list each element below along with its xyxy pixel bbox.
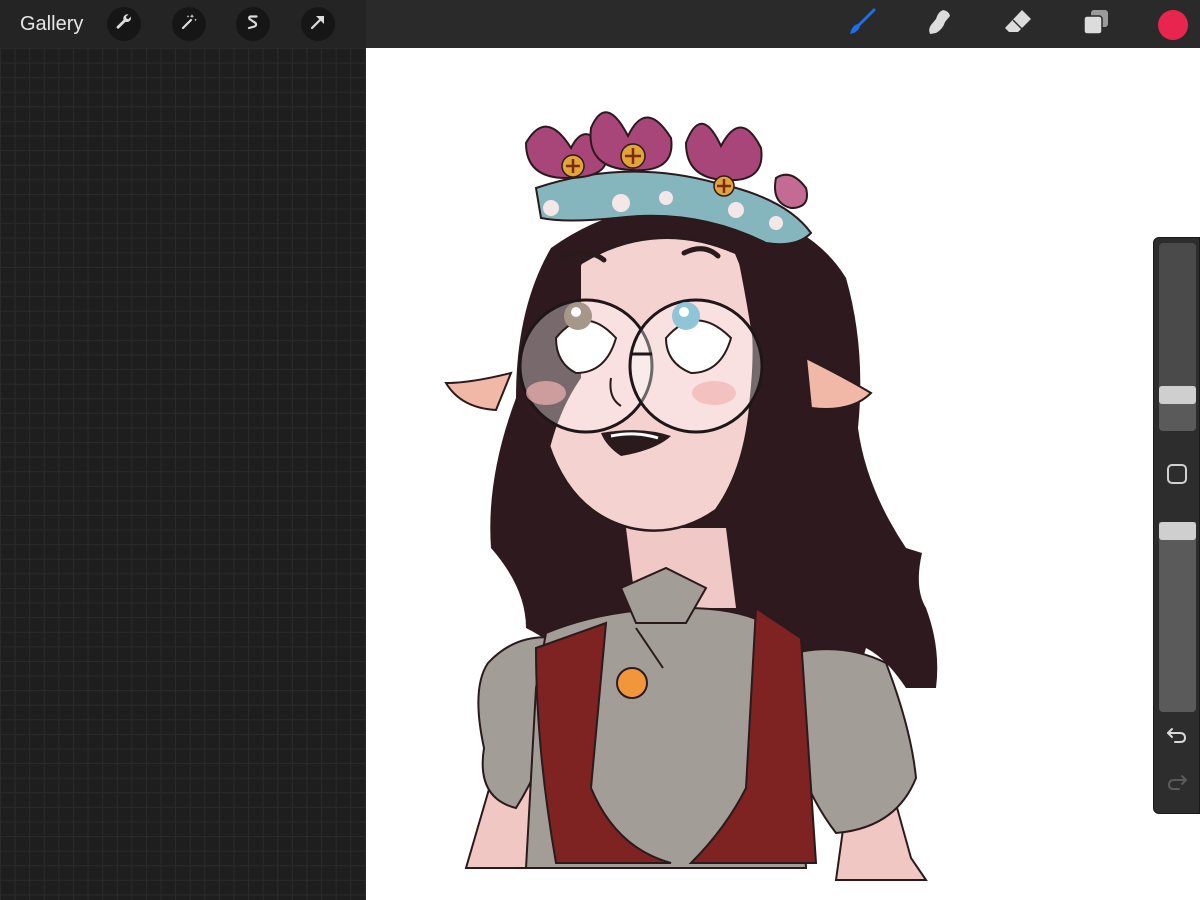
- selection-s-icon: [243, 12, 263, 37]
- drawing-canvas[interactable]: [366, 48, 1200, 900]
- artwork-illustration: [444, 111, 938, 881]
- smudge-finger-icon: [925, 7, 955, 42]
- eraser-icon: [1003, 7, 1033, 42]
- magic-wand-icon: [179, 12, 199, 37]
- wrench-icon: [114, 12, 134, 37]
- arrow-cursor-icon: [308, 12, 328, 37]
- sidebar-panel: [1153, 237, 1200, 814]
- transform-button[interactable]: [301, 7, 335, 41]
- brush-size-slider[interactable]: [1159, 243, 1196, 431]
- smudge-button[interactable]: [924, 8, 956, 40]
- undo-arrow-icon: [1166, 725, 1188, 750]
- layers-icon: [1081, 7, 1111, 42]
- layers-button[interactable]: [1080, 8, 1112, 40]
- opacity-thumb[interactable]: [1159, 522, 1196, 540]
- eraser-button[interactable]: [1002, 8, 1034, 40]
- undo-button[interactable]: [1164, 726, 1190, 748]
- opacity-slider[interactable]: [1159, 522, 1196, 712]
- top-toolbar: Gallery: [0, 0, 1200, 48]
- gallery-button[interactable]: Gallery: [20, 12, 83, 36]
- redo-button[interactable]: [1164, 773, 1190, 795]
- brush-button[interactable]: [846, 8, 878, 40]
- color-picker-button[interactable]: [1158, 10, 1188, 40]
- modify-button[interactable]: [1167, 464, 1187, 484]
- selection-button[interactable]: [236, 7, 270, 41]
- brush-icon: [847, 7, 877, 42]
- redo-arrow-icon: [1166, 772, 1188, 797]
- actions-button[interactable]: [107, 7, 141, 41]
- brush-size-thumb[interactable]: [1159, 385, 1196, 404]
- adjustments-button[interactable]: [172, 7, 206, 41]
- opacity-fill: [1159, 522, 1196, 712]
